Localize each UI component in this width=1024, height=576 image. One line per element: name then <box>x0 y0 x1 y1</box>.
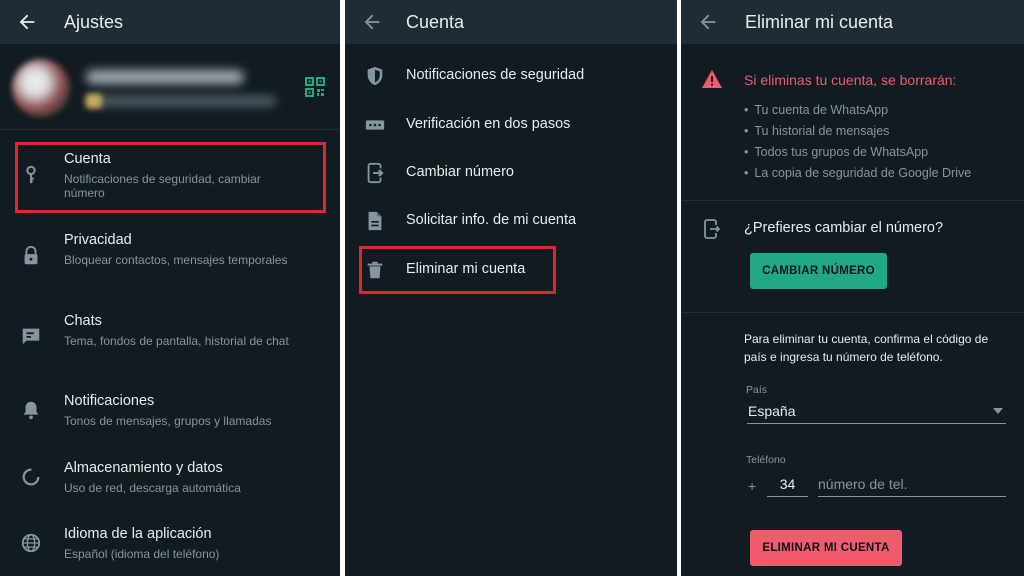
account-appbar: Cuenta <box>345 0 677 44</box>
divider <box>681 312 1024 313</box>
phone-number-input[interactable] <box>818 472 1006 496</box>
delete-instructions: Para eliminar tu cuenta, confirma el cód… <box>744 332 989 364</box>
lock-icon <box>24 245 38 265</box>
settings-item-title: Idioma de la aplicación <box>64 526 212 542</box>
page-title: Cuenta <box>406 12 465 32</box>
settings-item-privacidad[interactable]: Privacidad Bloquear contactos, mensajes … <box>0 222 340 296</box>
plus-sign: + <box>748 478 757 494</box>
delete-appbar: Eliminar mi cuenta <box>681 0 1024 44</box>
country-label: País <box>746 384 768 396</box>
settings-item-title: Notificaciones <box>64 393 155 409</box>
page-title: Eliminar mi cuenta <box>745 12 894 32</box>
dropdown-caret-icon <box>993 408 1003 414</box>
settings-item-title: Privacidad <box>64 232 132 248</box>
list-item: La copia de seguridad de Google Drive <box>744 165 971 186</box>
phone-label: Teléfono <box>746 454 786 466</box>
warning-title: Si eliminas tu cuenta, se borrarán: <box>744 72 957 88</box>
globe-icon <box>21 533 41 553</box>
country-select[interactable]: España <box>747 398 1006 424</box>
settings-item-idioma[interactable]: Idioma de la aplicación Español (idioma … <box>0 517 340 576</box>
deletion-consequences-list: Tu cuenta de WhatsApp Tu historial de me… <box>744 102 971 186</box>
country-value: España <box>748 403 796 419</box>
list-item: Tu cuenta de WhatsApp <box>744 102 971 123</box>
account-item-label: Notificaciones de seguridad <box>406 67 585 83</box>
delete-account-button[interactable]: ELIMINAR MI CUENTA <box>750 530 902 566</box>
back-arrow-icon[interactable] <box>16 11 38 33</box>
profile-name-blurred <box>86 70 244 84</box>
settings-item-subtitle: Tema, fondos de pantalla, historial de c… <box>64 334 289 348</box>
highlight-box <box>359 246 556 294</box>
settings-item-subtitle: Uso de red, descarga automática <box>64 481 241 495</box>
account-item-change-number[interactable]: Cambiar número <box>345 149 677 197</box>
account-item-label: Verificación en dos pasos <box>406 116 571 132</box>
country-code-field[interactable] <box>767 472 808 497</box>
bell-icon <box>23 401 39 420</box>
country-code-input[interactable] <box>767 472 808 496</box>
settings-item-subtitle: Bloquear contactos, mensajes temporales <box>64 253 288 267</box>
page-title: Ajustes <box>64 12 124 32</box>
warning-icon <box>702 70 722 88</box>
back-arrow-icon[interactable] <box>697 11 719 33</box>
document-icon <box>368 211 382 231</box>
qr-code-icon[interactable] <box>305 77 325 97</box>
divider <box>681 200 1024 201</box>
settings-item-subtitle: Español (idioma del teléfono) <box>64 547 220 561</box>
settings-item-chats[interactable]: Chats Tema, fondos de pantalla, historia… <box>0 303 340 377</box>
highlight-box <box>15 142 326 213</box>
account-item-security-notifications[interactable]: Notificaciones de seguridad <box>345 52 677 100</box>
phone-change-icon <box>367 162 384 184</box>
profile-row[interactable] <box>0 44 340 130</box>
settings-panel: Ajustes Cuenta Notificaciones de segurid… <box>0 0 340 576</box>
settings-item-almacenamiento[interactable]: Almacenamiento y datos Uso de red, desca… <box>0 450 340 510</box>
settings-appbar: Ajustes <box>0 0 340 44</box>
account-item-request-info[interactable]: Solicitar info. de mi cuenta <box>345 197 677 245</box>
phone-number-field[interactable] <box>818 472 1006 497</box>
chat-icon <box>22 328 40 345</box>
storage-icon <box>22 468 40 486</box>
profile-status-blurred <box>86 96 276 106</box>
settings-item-title: Almacenamiento y datos <box>64 460 223 476</box>
account-item-two-step[interactable]: Verificación en dos pasos <box>345 101 677 149</box>
phone-change-icon <box>704 219 721 239</box>
settings-item-title: Chats <box>64 313 102 329</box>
change-number-button[interactable]: CAMBIAR NÚMERO <box>750 253 887 289</box>
list-item: Todos tus grupos de WhatsApp <box>744 144 971 165</box>
delete-account-panel: Eliminar mi cuenta Si eliminas tu cuenta… <box>681 0 1024 576</box>
list-item: Tu historial de mensajes <box>744 123 971 144</box>
account-item-label: Cambiar número <box>406 164 514 180</box>
settings-item-subtitle: Tonos de mensajes, grupos y llamadas <box>64 414 272 428</box>
dots-icon <box>365 120 385 130</box>
settings-item-notificaciones[interactable]: Notificaciones Tonos de mensajes, grupos… <box>0 384 340 444</box>
shield-icon <box>367 66 383 86</box>
account-panel: Cuenta Notificaciones de seguridad Verif… <box>345 0 677 576</box>
avatar[interactable] <box>12 59 70 117</box>
change-number-prompt: ¿Prefieres cambiar el número? <box>744 220 944 236</box>
back-arrow-icon[interactable] <box>361 11 383 33</box>
account-item-label: Solicitar info. de mi cuenta <box>406 212 577 228</box>
